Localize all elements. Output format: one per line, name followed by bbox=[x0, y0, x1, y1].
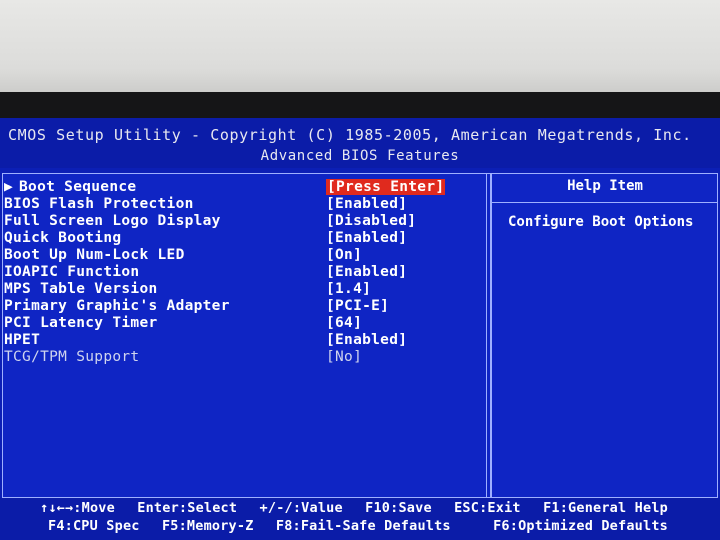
key-memory-z: F5:Memory-Z bbox=[161, 518, 254, 534]
key-select: Enter:Select bbox=[137, 500, 238, 516]
panel-divider-outer bbox=[490, 173, 492, 498]
key-legend: ↑↓←→:Move Enter:Select +/-/:Value F10:Sa… bbox=[0, 498, 720, 540]
panel-divider bbox=[486, 173, 487, 498]
setting-value: [No] bbox=[326, 349, 363, 365]
setting-label: MPS Table Version bbox=[4, 281, 158, 297]
bios-screen: CMOS Setup Utility - Copyright (C) 1985-… bbox=[0, 118, 720, 540]
setting-label: BIOS Flash Protection bbox=[4, 196, 194, 212]
setting-value[interactable]: [Disabled] bbox=[326, 213, 416, 229]
help-item-title: Help Item bbox=[567, 178, 643, 194]
key-move: ↑↓←→:Move bbox=[40, 500, 115, 516]
key-optimized-defaults: F6:Optimized Defaults bbox=[493, 518, 668, 534]
bios-header: CMOS Setup Utility - Copyright (C) 1985-… bbox=[0, 118, 720, 168]
setting-label: Full Screen Logo Display bbox=[4, 213, 221, 229]
setting-label: PCI Latency Timer bbox=[4, 315, 158, 331]
setting-label: Primary Graphic's Adapter bbox=[4, 298, 230, 314]
setting-value[interactable]: [Enabled] bbox=[326, 230, 407, 246]
setting-label: Boot Up Num-Lock LED bbox=[4, 247, 185, 263]
setting-value[interactable]: [Press Enter] bbox=[326, 179, 446, 195]
key-exit: ESC:Exit bbox=[454, 500, 521, 516]
setting-label: Quick Booting bbox=[4, 230, 122, 246]
setting-label: ▶ Boot Sequence bbox=[4, 179, 137, 195]
triangle-right-icon: ▶ bbox=[4, 179, 14, 195]
setting-value[interactable]: [On] bbox=[326, 247, 362, 263]
key-general-help: F1:General Help bbox=[543, 500, 668, 516]
key-legend-line2: F4:CPU Spec F5:Memory-Z F8:Fail-Safe Def… bbox=[48, 518, 668, 534]
setting-value[interactable]: [Enabled] bbox=[326, 332, 407, 348]
key-cpu-spec: F4:CPU Spec bbox=[48, 518, 140, 534]
key-fail-safe-defaults: F8:Fail-Safe Defaults bbox=[275, 518, 451, 534]
app-title: CMOS Setup Utility - Copyright (C) 1985-… bbox=[8, 126, 692, 144]
setting-value[interactable]: [64] bbox=[326, 315, 362, 331]
setting-value[interactable]: [PCI-E] bbox=[326, 298, 389, 314]
help-separator bbox=[492, 202, 718, 203]
help-item-text: Configure Boot Options bbox=[508, 214, 694, 230]
setting-value[interactable]: [1.4] bbox=[326, 281, 371, 297]
setting-label: IOAPIC Function bbox=[4, 264, 140, 280]
setting-label: TCG/TPM Support bbox=[4, 349, 140, 365]
key-legend-line1: ↑↓←→:Move Enter:Select +/-/:Value F10:Sa… bbox=[40, 500, 668, 516]
setting-value[interactable]: [Enabled] bbox=[326, 264, 407, 280]
key-value: +/-/:Value bbox=[259, 500, 343, 516]
setting-value[interactable]: [Enabled] bbox=[326, 196, 407, 212]
page-title: Advanced BIOS Features bbox=[260, 148, 460, 164]
setting-label: HPET bbox=[4, 332, 41, 348]
wall-background bbox=[0, 0, 720, 98]
key-save: F10:Save bbox=[365, 500, 432, 516]
